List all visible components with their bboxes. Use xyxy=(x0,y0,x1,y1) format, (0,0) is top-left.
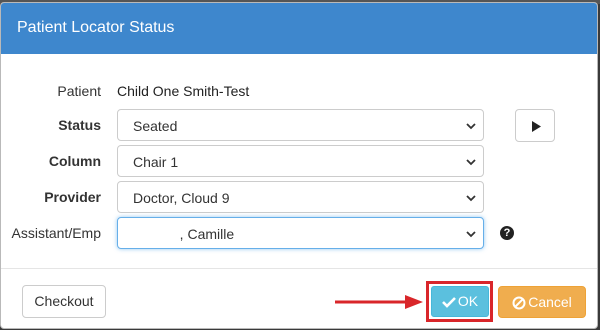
patient-locator-dialog: Patient Locator Status Patient Child One… xyxy=(0,2,598,329)
column-select-value: Chair 1 xyxy=(133,154,179,170)
footer-divider xyxy=(1,268,597,269)
dialog-header: Patient Locator Status xyxy=(1,3,597,54)
chevron-down-icon xyxy=(466,159,476,166)
status-row: Status Seated xyxy=(1,109,597,142)
patient-row: Patient Child One Smith-Test xyxy=(1,75,597,107)
cancel-button[interactable]: Cancel xyxy=(498,286,586,318)
cancel-button-label: Cancel xyxy=(528,294,572,310)
provider-select[interactable]: Doctor, Cloud 9 xyxy=(117,181,484,213)
column-label: Column xyxy=(48,153,101,169)
assistant-label: Assistant/Emp xyxy=(11,225,101,241)
chevron-down-icon xyxy=(466,195,476,202)
check-icon xyxy=(441,297,456,309)
patient-label: Patient xyxy=(57,83,101,99)
chevron-down-icon xyxy=(466,123,476,130)
column-row: Column Chair 1 xyxy=(1,145,597,177)
advance-status-button[interactable] xyxy=(515,109,555,142)
status-select[interactable]: Seated xyxy=(117,109,484,141)
status-select-value: Seated xyxy=(133,118,178,134)
ok-button-label: OK xyxy=(457,293,479,309)
chevron-down-icon xyxy=(466,231,476,238)
provider-label: Provider xyxy=(44,189,101,205)
provider-row: Provider Doctor, Cloud 9 xyxy=(1,181,597,213)
dialog-title: Patient Locator Status xyxy=(17,19,175,36)
column-select[interactable]: Chair 1 xyxy=(117,145,484,177)
status-label: Status xyxy=(58,117,101,133)
ban-icon xyxy=(512,296,526,310)
assistant-select-value: , Camille xyxy=(133,226,235,242)
ok-button[interactable]: OK xyxy=(431,286,489,317)
assistant-row: Assistant/Emp , Camille ? xyxy=(1,217,597,249)
play-icon xyxy=(532,121,541,132)
patient-name: Child One Smith-Test xyxy=(117,83,250,99)
checkout-button[interactable]: Checkout xyxy=(22,285,106,318)
red-arrow-annotation xyxy=(335,295,423,309)
question-circle-icon[interactable]: ? xyxy=(500,226,514,240)
assistant-select[interactable]: , Camille xyxy=(117,217,484,249)
provider-select-value: Doctor, Cloud 9 xyxy=(133,190,230,206)
